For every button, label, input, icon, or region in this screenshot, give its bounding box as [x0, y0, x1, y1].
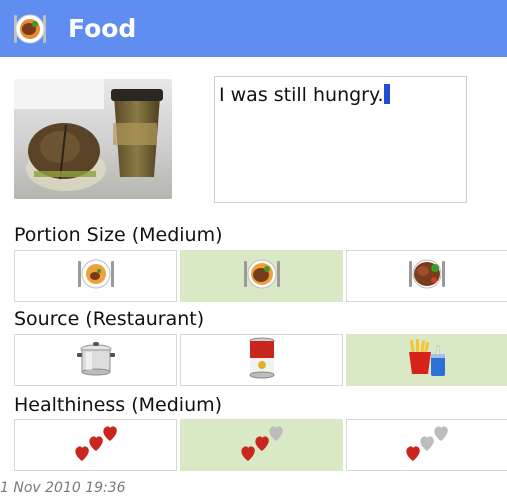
title-bar: Food — [0, 0, 507, 57]
healthiness-low-option[interactable] — [346, 419, 507, 471]
source-processed-option[interactable] — [180, 334, 343, 386]
source-options — [14, 334, 507, 386]
healthiness-heading: Healthiness (Medium) — [14, 394, 223, 416]
healthiness-options — [14, 419, 507, 471]
large-portion-plate-icon — [408, 257, 446, 295]
portion-medium-option[interactable] — [180, 250, 343, 302]
text-cursor — [383, 84, 390, 104]
portion-size-options — [14, 250, 507, 302]
medium-portion-plate-icon — [243, 257, 281, 295]
three-red-hearts-icon — [72, 423, 120, 467]
canned-food-icon — [247, 336, 277, 384]
source-home-cooked-option[interactable] — [14, 334, 177, 386]
source-heading: Source (Restaurant) — [14, 308, 205, 330]
cooking-pot-icon — [76, 338, 116, 382]
healthiness-high-option[interactable] — [14, 419, 177, 471]
healthiness-medium-option[interactable] — [180, 419, 343, 471]
portion-large-option[interactable] — [346, 250, 507, 302]
one-red-heart-icon — [403, 423, 451, 467]
portion-small-option[interactable] — [14, 250, 177, 302]
two-red-hearts-icon — [238, 423, 286, 467]
small-portion-plate-icon — [77, 257, 115, 295]
page-title: Food — [68, 14, 137, 43]
meal-photo[interactable] — [14, 79, 172, 199]
note-text: I was still hungry. — [219, 84, 384, 106]
fast-food-icon — [405, 336, 449, 384]
portion-size-heading: Portion Size (Medium) — [14, 224, 223, 246]
timestamp: 1 Nov 2010 19:36 — [0, 480, 126, 496]
plate-with-food-icon — [12, 11, 48, 47]
note-input[interactable]: I was still hungry. — [214, 76, 467, 203]
source-restaurant-option[interactable] — [346, 334, 507, 386]
